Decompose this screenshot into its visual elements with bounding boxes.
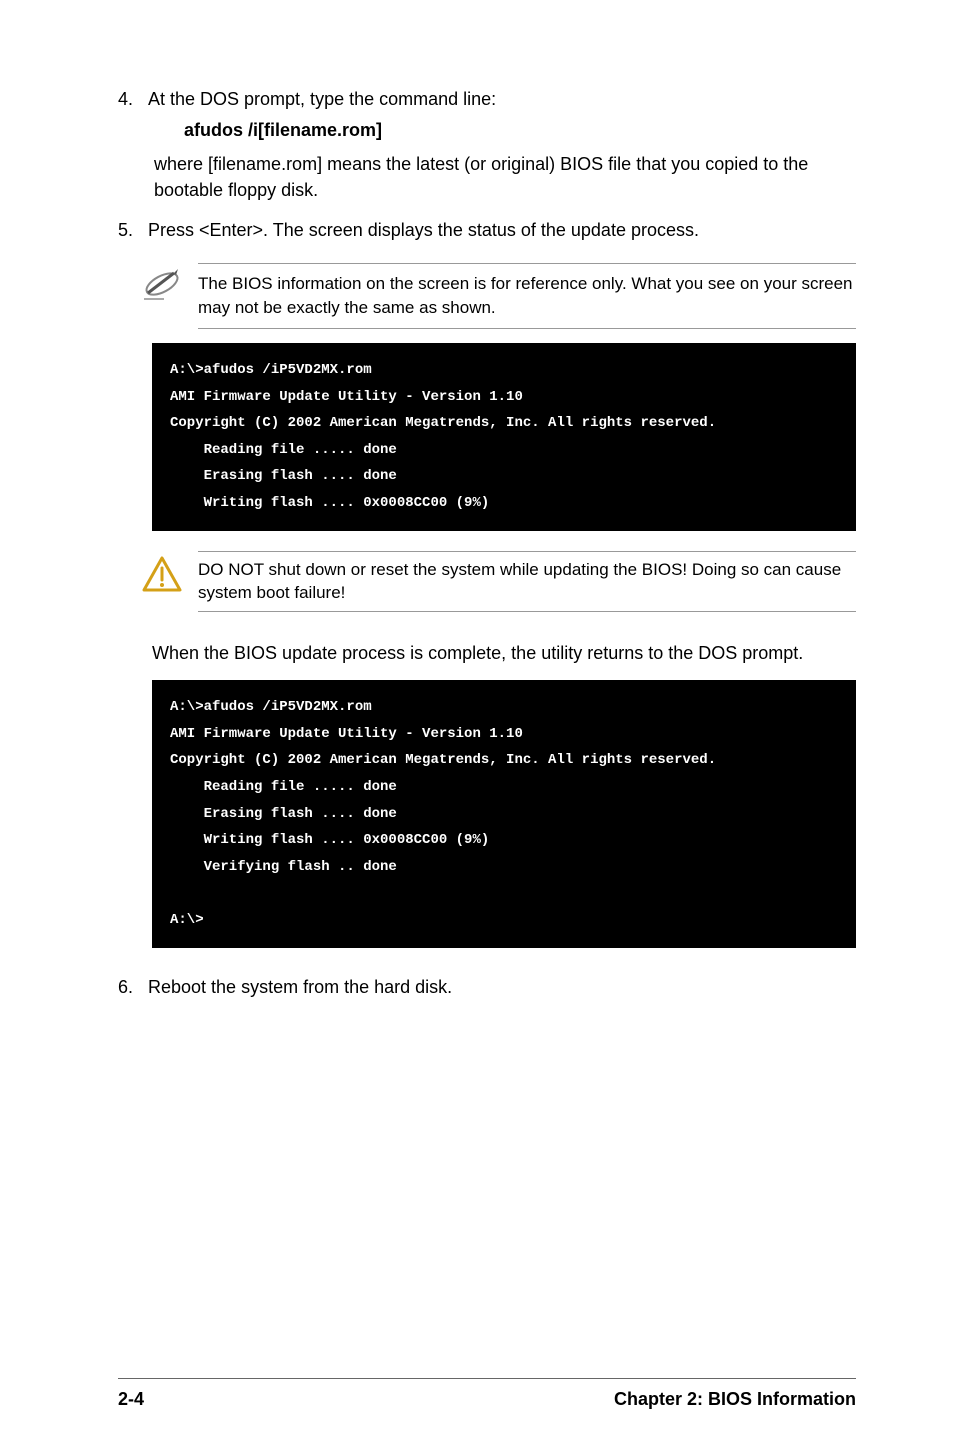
note-text: The BIOS information on the screen is fo… <box>198 263 856 329</box>
step-5: 5. Press <Enter>. The screen displays th… <box>118 217 856 243</box>
step-6: 6. Reboot the system from the hard disk. <box>118 974 856 1000</box>
step-text: At the DOS prompt, type the command line… <box>148 86 856 112</box>
terminal-output-1: A:\>afudos /iP5VD2MX.rom AMI Firmware Up… <box>152 343 856 531</box>
warning-callout: DO NOT shut down or reset the system whi… <box>140 551 856 613</box>
step-text: Reboot the system from the hard disk. <box>148 974 856 1000</box>
chapter-title: Chapter 2: BIOS Information <box>614 1389 856 1410</box>
step-number: 4. <box>118 86 148 112</box>
command-line: afudos /i[filename.rom] <box>184 120 856 141</box>
step-4-explanation: where [filename.rom] means the latest (o… <box>154 151 856 203</box>
step-text: Press <Enter>. The screen displays the s… <box>148 217 856 243</box>
step-4: 4. At the DOS prompt, type the command l… <box>118 86 856 112</box>
warning-triangle-icon <box>140 555 184 595</box>
note-callout: The BIOS information on the screen is fo… <box>140 263 856 329</box>
terminal-output-2: A:\>afudos /iP5VD2MX.rom AMI Firmware Up… <box>152 680 856 947</box>
pencil-note-icon <box>140 267 184 303</box>
page-number: 2-4 <box>118 1389 144 1410</box>
step-number: 5. <box>118 217 148 243</box>
completion-paragraph: When the BIOS update process is complete… <box>152 640 856 666</box>
warning-text: DO NOT shut down or reset the system whi… <box>198 551 856 613</box>
page-footer: 2-4 Chapter 2: BIOS Information <box>0 1378 954 1410</box>
step-number: 6. <box>118 974 148 1000</box>
